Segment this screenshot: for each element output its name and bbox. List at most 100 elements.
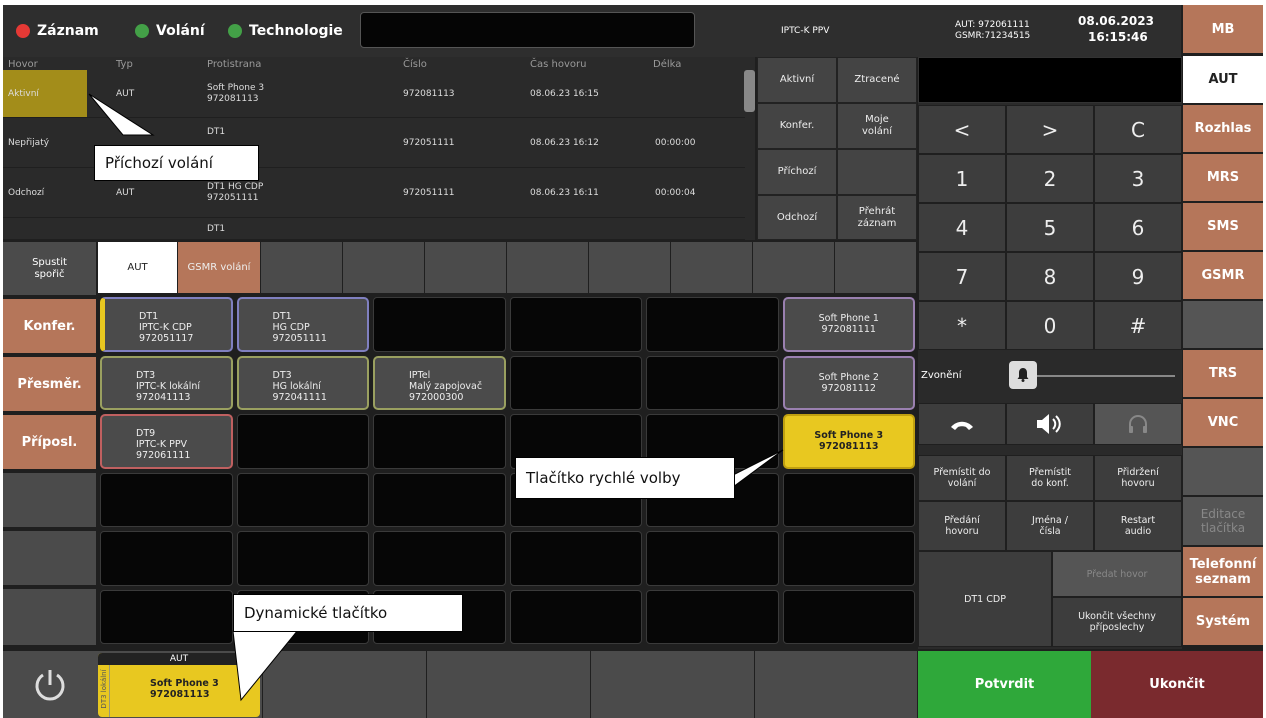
keypad-key[interactable]: 9 — [1094, 252, 1182, 301]
filter-incoming[interactable]: Příchozí — [757, 149, 837, 195]
keypad-key[interactable]: > — [1006, 105, 1094, 154]
empty-speed-dial-slot[interactable] — [782, 472, 915, 527]
transfer-call-button[interactable]: Předání hovoru — [918, 501, 1006, 551]
menu-vnc[interactable]: VNC — [1183, 399, 1263, 448]
empty-speed-dial-slot[interactable] — [509, 355, 642, 410]
empty-speed-dial-slot[interactable] — [782, 589, 915, 644]
forward-button[interactable]: Přesměr. — [3, 357, 96, 413]
filter-conference[interactable]: Konfer. — [757, 103, 837, 149]
keypad-key[interactable]: C — [1094, 105, 1182, 154]
headset-icon[interactable] — [1094, 403, 1182, 445]
restart-audio-button[interactable]: Restart audio — [1094, 501, 1182, 551]
filter-outgoing[interactable]: Odchozí — [757, 195, 837, 240]
dynamic-button[interactable]: AUT DT3 lokální Soft Phone 3 972081113 — [98, 653, 260, 717]
speed-dial-button[interactable]: DT1 IPTC-K CDP 972051117 — [100, 297, 233, 352]
empty-speed-dial-slot[interactable] — [646, 297, 779, 352]
tab-empty[interactable] — [425, 242, 507, 293]
power-icon[interactable] — [3, 651, 96, 718]
menu-edit-buttons[interactable]: Editace tlačítka — [1183, 497, 1263, 547]
keypad-key[interactable]: 6 — [1094, 203, 1182, 252]
keypad-key[interactable]: 3 — [1094, 154, 1182, 203]
ring-volume-slider[interactable] — [1037, 375, 1175, 377]
menu-rozhlas[interactable]: Rozhlas — [1183, 105, 1263, 154]
keypad-key[interactable]: 0 — [1006, 301, 1094, 350]
speaker-icon[interactable] — [1006, 403, 1094, 445]
keypad-key[interactable]: 7 — [918, 252, 1006, 301]
filter-play-recording[interactable]: Přehrát záznam — [837, 195, 917, 240]
keypad-key[interactable]: 2 — [1006, 154, 1094, 203]
empty-speed-dial-slot[interactable] — [509, 297, 642, 352]
empty-speed-dial-slot[interactable] — [509, 531, 642, 586]
empty-speed-dial-slot[interactable] — [100, 531, 233, 586]
history-row[interactable]: Aktivní AUT Soft Phone 3 972081113 972081… — [3, 70, 745, 118]
screensaver-button[interactable]: Spustit spořič — [3, 242, 96, 297]
history-row[interactable]: DT1 — [3, 218, 745, 240]
bell-icon[interactable] — [1009, 361, 1037, 389]
end-all-listening-button[interactable]: Ukončit všechny příposlechy — [1052, 597, 1182, 647]
names-numbers-button[interactable]: Jména / čísla — [1006, 501, 1094, 551]
menu-system[interactable]: Systém — [1183, 598, 1263, 647]
hangup-icon[interactable] — [918, 403, 1006, 445]
tab-empty[interactable] — [835, 242, 917, 293]
tab-empty[interactable] — [671, 242, 753, 293]
filter-my-calls[interactable]: Moje volání — [837, 103, 917, 149]
menu-trs[interactable]: TRS — [1183, 350, 1263, 399]
filter-lost[interactable]: Ztracené — [837, 57, 917, 103]
tab-gsmr-calls[interactable]: GSMR volání — [178, 242, 261, 293]
keypad-key[interactable]: < — [918, 105, 1006, 154]
empty-speed-dial-slot[interactable] — [100, 472, 233, 527]
tab-empty[interactable] — [507, 242, 589, 293]
move-to-conference-button[interactable]: Přemístit do konf. — [1006, 455, 1094, 501]
speed-dial-button[interactable]: DT1 HG CDP 972051111 — [236, 297, 369, 352]
soft-phone-3-button[interactable]: Soft Phone 3 972081113 — [782, 414, 915, 469]
empty-speed-dial-slot[interactable] — [646, 531, 779, 586]
soft-phone-1-button[interactable]: Soft Phone 1 972081111 — [782, 297, 915, 352]
keypad-key[interactable]: 1 — [918, 154, 1006, 203]
dt1-cdp-button[interactable]: DT1 CDP — [918, 551, 1052, 647]
menu-phonebook[interactable]: Telefonní seznam — [1183, 547, 1263, 598]
empty-speed-dial-slot[interactable] — [509, 589, 642, 644]
history-scrollbar[interactable] — [744, 70, 755, 112]
filter-active[interactable]: Aktivní — [757, 57, 837, 103]
empty-speed-dial-slot[interactable] — [373, 297, 506, 352]
tab-empty[interactable] — [343, 242, 425, 293]
keypad-key[interactable]: 5 — [1006, 203, 1094, 252]
end-call-button[interactable]: Ukončit — [1091, 651, 1263, 718]
listen-in-button[interactable]: Příposl. — [3, 415, 96, 471]
empty-speed-dial-slot[interactable] — [373, 414, 506, 469]
empty-speed-dial-slot[interactable] — [646, 589, 779, 644]
tab-empty[interactable] — [753, 242, 835, 293]
menu-aut[interactable]: AUT — [1183, 56, 1263, 105]
hold-call-button[interactable]: Přidržení hovoru — [1094, 455, 1182, 501]
speed-dial-button[interactable]: DT9 IPTC-K PPV 972061111 — [100, 414, 233, 469]
keypad-key[interactable]: 8 — [1006, 252, 1094, 301]
soft-phone-2-button[interactable]: Soft Phone 2 972081112 — [782, 355, 915, 410]
empty-speed-dial-slot[interactable] — [236, 414, 369, 469]
speed-dial-button[interactable]: DT3 IPTC-K lokální 972041113 — [100, 355, 233, 410]
keypad-key[interactable]: * — [918, 301, 1006, 350]
empty-speed-dial-slot[interactable] — [236, 531, 369, 586]
date: 08.06.2023 — [1078, 14, 1154, 28]
conference-button[interactable]: Konfer. — [3, 299, 96, 355]
menu-sms[interactable]: SMS — [1183, 203, 1263, 252]
confirm-button[interactable]: Potvrdit — [918, 651, 1091, 718]
empty-speed-dial-slot[interactable] — [373, 531, 506, 586]
keypad-key[interactable]: 4 — [918, 203, 1006, 252]
dial-display[interactable] — [918, 57, 1182, 103]
empty-speed-dial-slot[interactable] — [373, 472, 506, 527]
menu-mrs[interactable]: MRS — [1183, 154, 1263, 203]
hand-over-call-button[interactable]: Předat hovor — [1052, 551, 1182, 597]
empty-speed-dial-slot[interactable] — [646, 355, 779, 410]
empty-speed-dial-slot[interactable] — [782, 531, 915, 586]
menu-gsmr[interactable]: GSMR — [1183, 252, 1263, 301]
tab-empty[interactable] — [589, 242, 671, 293]
tab-empty[interactable] — [261, 242, 343, 293]
empty-speed-dial-slot[interactable] — [236, 472, 369, 527]
empty-speed-dial-slot[interactable] — [100, 589, 233, 644]
tab-aut[interactable]: AUT — [98, 242, 178, 293]
keypad-key[interactable]: # — [1094, 301, 1182, 350]
speed-dial-button[interactable]: DT3 HG lokální 972041111 — [236, 355, 369, 410]
move-to-call-button[interactable]: Přemístit do volání — [918, 455, 1006, 501]
speed-dial-button[interactable]: IPTel Malý zapojovač 972000300 — [373, 355, 506, 410]
menu-mb[interactable]: MB — [1183, 5, 1263, 55]
